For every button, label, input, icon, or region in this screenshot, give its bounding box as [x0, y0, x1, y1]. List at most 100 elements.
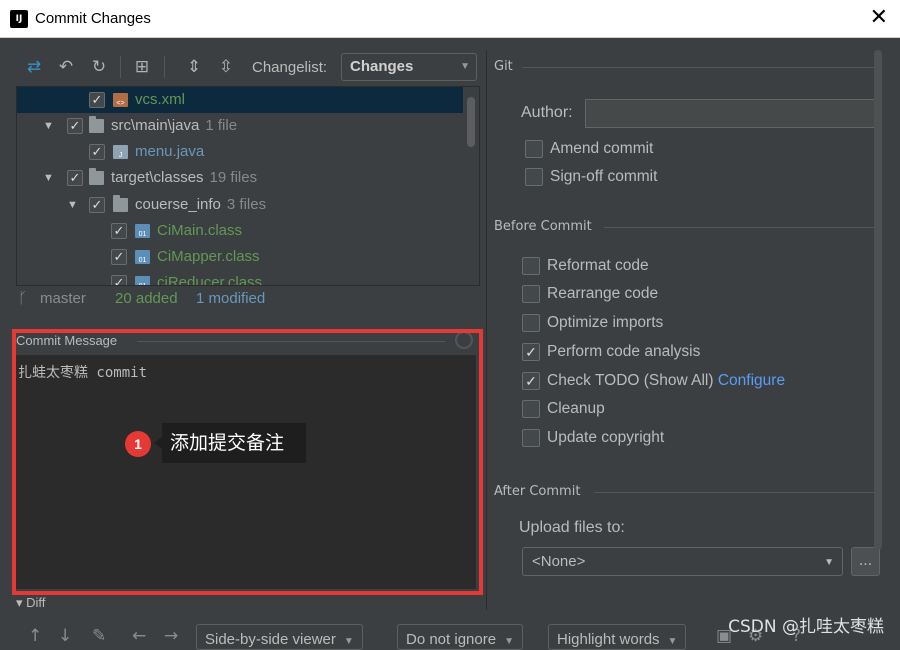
ignore-value: Do not ignore: [406, 631, 497, 648]
row-checkbox[interactable]: ✓: [111, 249, 127, 265]
modified-count: 1 modified: [196, 290, 266, 307]
title-bar: IJ Commit Changes ✕: [0, 0, 900, 38]
history-icon[interactable]: [455, 331, 473, 349]
tree-row[interactable]: ✓ <> vcs.xml: [17, 87, 463, 113]
whitespace-select[interactable]: Do not ignore ▼: [397, 624, 523, 650]
upload-target-value: <None>: [532, 553, 586, 570]
group-by-icon[interactable]: ⊞: [132, 57, 152, 77]
row-checkbox[interactable]: ✓: [89, 144, 105, 160]
expand-arrow-icon[interactable]: ▼: [43, 165, 54, 191]
folder-label: src\main\java: [111, 117, 200, 134]
arrow-up-icon[interactable]: ↑: [28, 626, 42, 646]
chevron-down-icon: ▼: [824, 557, 834, 568]
diff-section-toggle[interactable]: ▾ Diff: [16, 595, 45, 611]
checkbox-label: Sign-off commit: [550, 168, 658, 185]
row-checkbox[interactable]: ✓: [111, 223, 127, 239]
configure-link[interactable]: Configure: [718, 372, 785, 389]
java-file-icon: J: [113, 145, 128, 159]
tree-row[interactable]: ✓ 01 CiMain.class: [17, 218, 463, 244]
folder-name: target\classes 19 files: [111, 165, 257, 191]
highlight-select[interactable]: Highlight words ▼: [548, 624, 687, 650]
expand-all-icon[interactable]: ⇕: [184, 57, 204, 77]
folder-icon: [89, 168, 104, 185]
options-scrollbar[interactable]: [874, 50, 882, 550]
checkbox-label: Update copyright: [547, 429, 665, 446]
class-file-icon: 01: [135, 224, 150, 238]
row-checkbox[interactable]: ✓: [111, 275, 127, 285]
close-icon[interactable]: ✕: [870, 6, 888, 30]
file-name: CiMain.class: [157, 222, 243, 239]
annotation-number-badge: 1: [125, 431, 151, 457]
refresh-icon[interactable]: ↻: [89, 57, 109, 77]
checkbox-label: Cleanup: [547, 400, 605, 417]
changes-tree[interactable]: ✓ <> vcs.xml ▼ ✓ src\main\java 1 file ✓ J…: [16, 86, 480, 286]
tree-row[interactable]: ▼ ✓ target\classes 19 files: [17, 165, 463, 191]
row-checkbox[interactable]: ✓: [89, 197, 105, 213]
file-count: 19 files: [209, 169, 258, 186]
expand-arrow-icon[interactable]: ▼: [67, 192, 78, 218]
tree-row[interactable]: ✓ 01 ciReducer.class: [17, 270, 463, 285]
after-commit-section-title: After Commit: [494, 484, 581, 499]
expand-arrow-icon[interactable]: ▼: [43, 113, 54, 139]
tree-row[interactable]: ▼ ✓ couerse_info 3 files: [17, 192, 463, 218]
section-divider: [594, 492, 878, 493]
author-input[interactable]: [585, 99, 878, 128]
folder-name: couerse_info 3 files: [135, 192, 266, 218]
file-count: 3 files: [226, 196, 267, 213]
arrow-right-icon[interactable]: →: [164, 626, 178, 646]
checkbox-label: Rearrange code: [547, 285, 659, 302]
chevron-down-icon: ▼: [343, 636, 354, 647]
window-title: Commit Changes: [35, 10, 151, 27]
author-label: Author:: [521, 104, 573, 121]
viewer-select[interactable]: Side-by-side viewer ▼: [196, 624, 363, 650]
checkbox-box[interactable]: [525, 140, 543, 158]
changelist-value: Changes: [350, 58, 414, 75]
arrow-down-icon[interactable]: ↓: [58, 626, 72, 646]
folder-name: src\main\java 1 file: [111, 113, 237, 139]
tree-row[interactable]: ✓ 01 CiMapper.class: [17, 244, 463, 270]
checkbox-box[interactable]: [522, 400, 540, 418]
tree-row[interactable]: ✓ J menu.java: [17, 139, 463, 165]
browse-button[interactable]: ...: [851, 547, 880, 576]
chevron-down-icon: ▾: [16, 595, 23, 610]
row-checkbox[interactable]: ✓: [89, 92, 105, 108]
checkbox-label: Perform code analysis: [547, 343, 701, 360]
upload-target-select[interactable]: <None> ▼: [522, 547, 843, 576]
checkbox-box[interactable]: [522, 429, 540, 447]
section-divider: [604, 227, 878, 228]
branch-icon: ᚴ: [18, 290, 28, 307]
rollback-undo-icon[interactable]: ↶: [56, 57, 76, 77]
class-file-icon: 01: [135, 276, 150, 285]
commit-message-textarea[interactable]: [16, 355, 476, 589]
tree-row[interactable]: ▼ ✓ src\main\java 1 file: [17, 113, 463, 139]
row-checkbox[interactable]: ✓: [67, 118, 83, 134]
checkbox-box[interactable]: ✓: [522, 343, 540, 361]
checkbox-box[interactable]: ✓: [522, 372, 540, 390]
folder-icon: [89, 116, 104, 133]
checkbox-label: Check TODO (Show All) Configure: [547, 372, 785, 390]
checkbox-box[interactable]: [522, 257, 540, 275]
section-divider: [137, 341, 445, 342]
pane-divider[interactable]: [486, 50, 487, 610]
checkbox-box[interactable]: [522, 314, 540, 332]
file-count: 1 file: [205, 117, 238, 134]
section-divider: [522, 67, 878, 68]
pencil-icon[interactable]: ✎: [92, 626, 106, 646]
highlight-value: Highlight words: [557, 631, 660, 648]
folder-label: target\classes: [111, 169, 204, 186]
arrow-left-icon[interactable]: ←: [132, 626, 146, 646]
csdn-watermark: CSDN @扎哇太枣糕: [728, 617, 884, 637]
show-diff-arrows-icon[interactable]: ⇄: [24, 57, 44, 77]
changelist-select[interactable]: Changes ▼: [341, 53, 477, 81]
chevron-down-icon: ▼: [667, 636, 678, 647]
diff-label: Diff: [26, 595, 46, 610]
checkbox-box[interactable]: [522, 285, 540, 303]
collapse-all-icon[interactable]: ⇳: [216, 57, 236, 77]
tree-scrollbar[interactable]: [467, 97, 475, 147]
intellij-app-icon: IJ: [8, 8, 30, 30]
checkbox-box[interactable]: [525, 168, 543, 186]
folder-icon: [113, 195, 128, 212]
file-name: menu.java: [135, 143, 205, 160]
changes-toolbar: ⇄ ↶ ↻ ⊞ ⇕ ⇳ Changelist: Changes ▼: [16, 50, 486, 84]
row-checkbox[interactable]: ✓: [67, 170, 83, 186]
